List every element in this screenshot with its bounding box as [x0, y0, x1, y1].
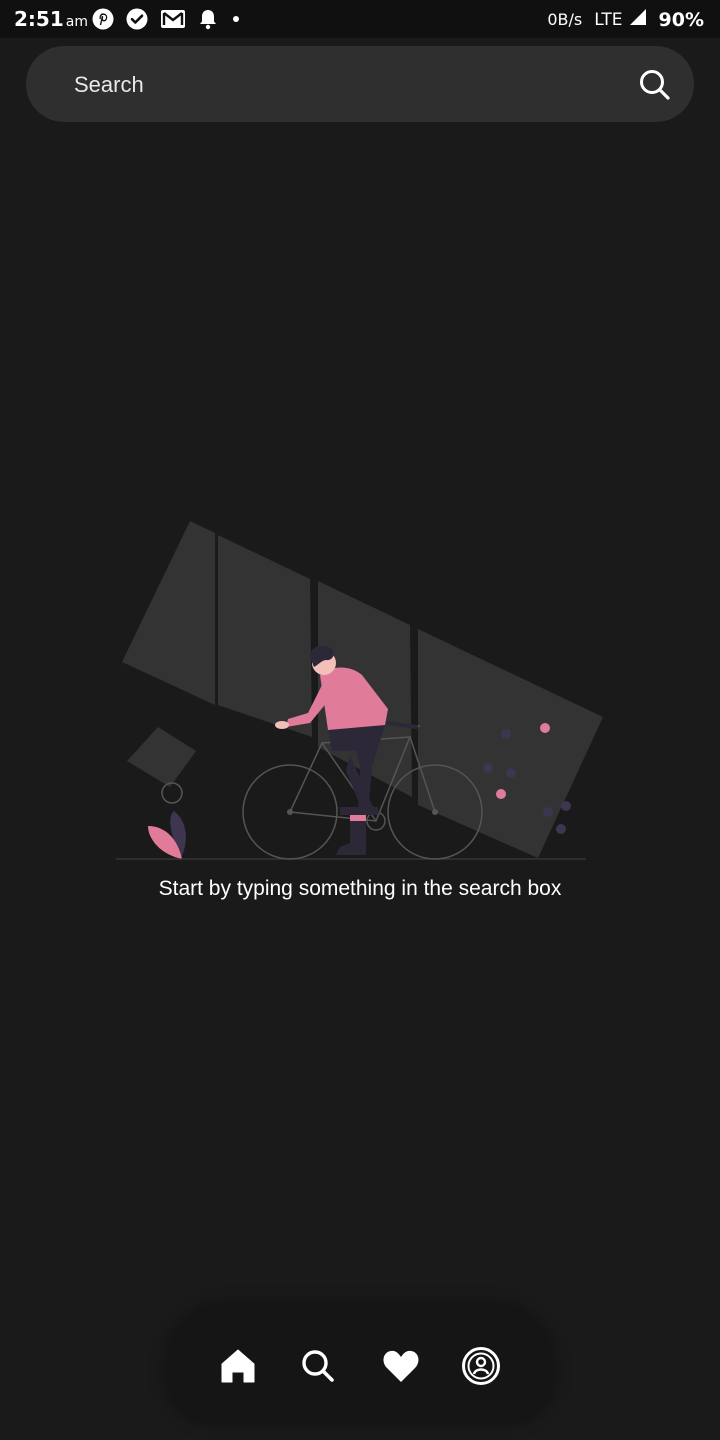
nav-profile-button[interactable] — [461, 1346, 501, 1386]
check-circle-icon — [126, 8, 148, 30]
dot-icon — [230, 8, 242, 30]
search-input[interactable] — [26, 46, 636, 124]
status-time: 2:51 am — [14, 7, 88, 31]
status-time-value: 2:51 — [14, 7, 64, 31]
empty-state-illustration — [110, 515, 610, 865]
search-bar — [26, 46, 694, 124]
profile-icon — [462, 1347, 500, 1385]
nav-favorites-button[interactable] — [381, 1346, 421, 1386]
search-icon — [302, 1350, 334, 1382]
battery-level: 90% — [658, 8, 704, 31]
bell-icon — [198, 8, 218, 30]
signal-icon — [629, 8, 647, 31]
notification-icons — [92, 8, 242, 30]
home-icon — [221, 1349, 255, 1383]
status-right: 0B/s LTE 90% — [547, 8, 704, 31]
network-type: LTE — [594, 9, 623, 30]
pinterest-icon — [92, 8, 114, 30]
nav-search-button[interactable] — [298, 1346, 338, 1386]
empty-state-message: Start by typing something in the search … — [158, 877, 562, 900]
search-icon[interactable] — [638, 68, 672, 102]
status-time-ampm: am — [65, 14, 88, 30]
bottom-nav — [168, 1308, 552, 1424]
status-bar: 2:51 am 0B/s LTE 90% — [0, 0, 720, 38]
network-speed: 0B/s — [547, 10, 583, 29]
cyclist-illustration — [116, 521, 603, 860]
heart-icon — [383, 1350, 419, 1382]
gmail-icon — [160, 8, 186, 30]
nav-home-button[interactable] — [218, 1346, 258, 1386]
